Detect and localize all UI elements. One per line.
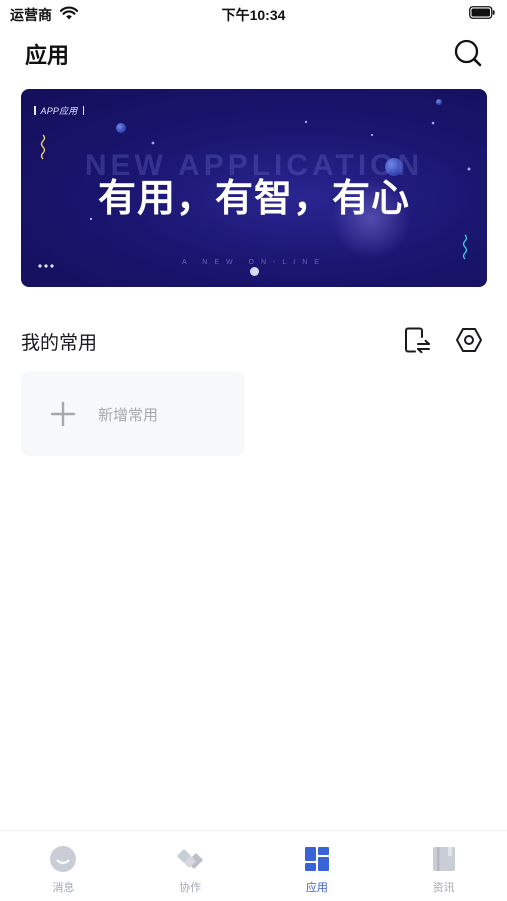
tab-apps[interactable]: 应用 [254,831,381,901]
status-bar: 运营商 下午10:34 [0,0,507,28]
add-favorite-button[interactable]: 新增常用 [21,371,245,456]
apps-grid-icon [304,847,329,871]
tab-apps-label: 应用 [305,882,328,894]
settings-button[interactable] [455,326,483,354]
status-time: 下午10:34 [221,7,286,23]
search-icon [454,39,482,67]
switch-layout-button[interactable] [403,326,431,354]
banner-tag: APP应用 [34,104,84,117]
plus-icon [50,401,76,427]
section-title: 我的常用 [21,333,98,354]
more-dots-icon [38,264,54,268]
carousel-indicator[interactable] [250,267,259,276]
search-button[interactable] [453,38,483,68]
hexagon-settings-icon [456,328,482,352]
tab-collaboration-label: 协作 [179,882,202,894]
promo-banner[interactable]: APP应用 NEW APPLICATION 有用，有智，有心 A NEW ON-… [21,89,487,287]
add-favorite-label: 新增常用 [98,407,159,424]
tab-news[interactable]: 资讯 [380,831,507,901]
switch-layout-icon [405,327,430,354]
tab-collaboration[interactable]: 协作 [127,831,254,901]
tab-news-label: 资讯 [432,882,455,894]
tab-messages[interactable]: 消息 [0,831,127,901]
banner-headline: 有用，有智，有心 [97,178,410,220]
collaboration-icon [177,849,204,869]
banner-subline: A NEW ON-LINE [182,259,326,266]
page-title: 应用 [25,43,70,68]
message-icon [50,846,77,872]
news-book-icon [432,847,455,871]
battery-icon [469,6,495,19]
tab-messages-label: 消息 [52,882,75,894]
tab-bar: 消息 协作 应用 资讯 [0,830,507,901]
